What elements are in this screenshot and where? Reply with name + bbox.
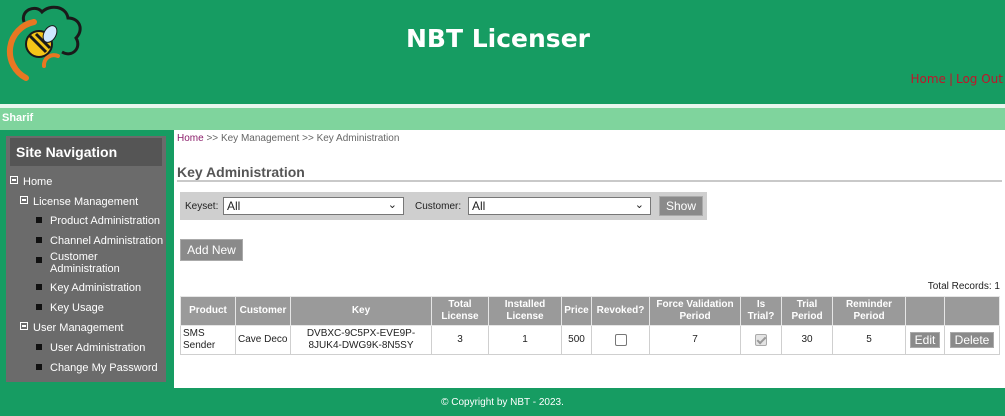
column-header bbox=[944, 296, 1000, 326]
bullet-icon bbox=[36, 284, 42, 290]
nav-item-license-management[interactable]: License Management bbox=[20, 196, 138, 208]
cell-force-validation-period: 7 bbox=[649, 325, 741, 355]
main-content: Home >> Key Management >> Key Administra… bbox=[174, 130, 1005, 388]
bullet-icon bbox=[36, 257, 42, 263]
footer: © Copyright by NBT - 2023. bbox=[0, 388, 1005, 416]
collapse-icon[interactable] bbox=[10, 176, 18, 184]
collapse-icon[interactable] bbox=[20, 322, 28, 330]
keyset-value: All bbox=[227, 199, 241, 213]
column-header: Reminder Period bbox=[832, 296, 906, 326]
column-header: Is Trial? bbox=[740, 296, 782, 326]
column-header: Trial Period bbox=[781, 296, 833, 326]
column-header: Total License bbox=[431, 296, 489, 326]
username: Sharif bbox=[2, 112, 34, 124]
keyset-select[interactable]: All ⌄ bbox=[223, 197, 404, 215]
column-header: Customer bbox=[235, 296, 291, 326]
nav-item-label: Key Usage bbox=[50, 302, 104, 314]
column-header: Revoked? bbox=[591, 296, 650, 326]
cell-customer: Cave Deco bbox=[235, 325, 291, 355]
chevron-down-icon: ⌄ bbox=[634, 199, 644, 211]
nav-item-label: Change My Password bbox=[50, 362, 158, 374]
cell-installed-license: 1 bbox=[488, 325, 562, 355]
breadcrumb-current: Key Administration bbox=[316, 133, 400, 144]
nav-item-channel-administration[interactable]: Channel Administration bbox=[36, 235, 163, 247]
bullet-icon bbox=[36, 217, 42, 223]
site-navigation: Site Navigation Home License Management … bbox=[6, 136, 166, 382]
breadcrumb-separator: >> bbox=[302, 133, 314, 144]
cell-is-trial bbox=[740, 325, 782, 355]
customer-select[interactable]: All ⌄ bbox=[468, 197, 651, 215]
show-button[interactable]: Show bbox=[659, 196, 703, 216]
keys-table: Product Customer Key Total License Insta… bbox=[180, 296, 1000, 355]
column-header: Force Validation Period bbox=[649, 296, 741, 326]
nav-item-label: Customer Administration bbox=[50, 251, 120, 275]
revoked-checkbox[interactable] bbox=[614, 333, 627, 346]
bullet-icon bbox=[36, 237, 42, 243]
nav-item-label: Channel Administration bbox=[50, 235, 164, 247]
cell-trial-period: 30 bbox=[781, 325, 833, 355]
nav-item-change-my-password[interactable]: Change My Password bbox=[36, 362, 158, 374]
nav-item-key-administration[interactable]: Key Administration bbox=[36, 282, 141, 294]
keyset-label: Keyset: bbox=[185, 201, 219, 212]
link-separator: | bbox=[948, 72, 953, 86]
column-header: Price bbox=[561, 296, 592, 326]
cell-price: 500 bbox=[561, 325, 592, 355]
column-header: Installed License bbox=[488, 296, 562, 326]
copyright-text: © Copyright by NBT - 2023. bbox=[441, 397, 564, 408]
cell-revoked bbox=[591, 325, 650, 355]
header: NBT Licenser Home | Log Out bbox=[0, 0, 1005, 104]
chevron-down-icon: ⌄ bbox=[387, 199, 397, 211]
nav-item-key-usage[interactable]: Key Usage bbox=[36, 302, 104, 314]
filter-bar: Keyset: All ⌄ Customer: All ⌄ Show bbox=[180, 192, 707, 220]
nav-item-label: User Management bbox=[33, 322, 124, 334]
nav-item-product-administration[interactable]: Product Administration bbox=[36, 215, 160, 227]
nav-item-user-administration[interactable]: User Administration bbox=[36, 342, 145, 354]
nav-item-label: User Administration bbox=[50, 342, 146, 354]
nav-item-user-management[interactable]: User Management bbox=[20, 322, 124, 334]
is-trial-checkbox[interactable] bbox=[755, 333, 767, 346]
cell-delete: Delete bbox=[944, 325, 1000, 355]
nav-title: Site Navigation bbox=[10, 138, 162, 166]
customer-label: Customer: bbox=[415, 201, 462, 212]
cell-total-license: 3 bbox=[431, 325, 489, 355]
breadcrumb-key-management: Key Management bbox=[220, 133, 300, 144]
home-link[interactable]: Home bbox=[911, 72, 946, 86]
customer-value: All bbox=[472, 199, 486, 213]
nav-item-customer-administration[interactable]: Customer Administration bbox=[36, 251, 162, 275]
edit-button[interactable]: Edit bbox=[909, 332, 941, 348]
page-title: Key Administration bbox=[177, 164, 305, 180]
cell-key: DVBXC-9C5PX-EVE9P-8JUK4-DWG9K-8N5SY bbox=[290, 325, 432, 355]
total-records: Total Records: 1 bbox=[927, 281, 1000, 292]
column-header: Product bbox=[180, 296, 236, 326]
nav-item-label: Home bbox=[23, 176, 53, 188]
nav-item-label: License Management bbox=[33, 196, 139, 208]
bullet-icon bbox=[36, 304, 42, 310]
column-header: Key bbox=[290, 296, 432, 326]
nav-item-label: Product Administration bbox=[50, 215, 161, 227]
cell-reminder-period: 5 bbox=[832, 325, 906, 355]
column-header bbox=[905, 296, 945, 326]
breadcrumb: Home >> Key Management >> Key Administra… bbox=[177, 133, 399, 144]
bullet-icon bbox=[36, 344, 42, 350]
title-divider bbox=[177, 180, 1002, 182]
nav-item-label: Key Administration bbox=[50, 282, 142, 294]
logout-link[interactable]: Log Out bbox=[956, 72, 1003, 86]
top-links: Home | Log Out bbox=[911, 72, 1004, 86]
table-row: SMS Sender Cave Deco DVBXC-9C5PX-EVE9P-8… bbox=[180, 325, 1000, 355]
breadcrumb-separator: >> bbox=[206, 133, 219, 144]
collapse-icon[interactable] bbox=[20, 196, 28, 204]
delete-button[interactable]: Delete bbox=[949, 332, 995, 348]
cell-edit: Edit bbox=[905, 325, 945, 355]
app-title: NBT Licenser bbox=[406, 24, 590, 53]
user-bar: Sharif bbox=[0, 108, 1005, 130]
table-header-row: Product Customer Key Total License Insta… bbox=[180, 296, 1000, 326]
cell-product: SMS Sender bbox=[180, 325, 236, 355]
add-new-button[interactable]: Add New bbox=[180, 239, 243, 261]
nav-item-home[interactable]: Home bbox=[10, 176, 52, 188]
breadcrumb-home-link[interactable]: Home bbox=[177, 133, 204, 144]
bullet-icon bbox=[36, 364, 42, 370]
